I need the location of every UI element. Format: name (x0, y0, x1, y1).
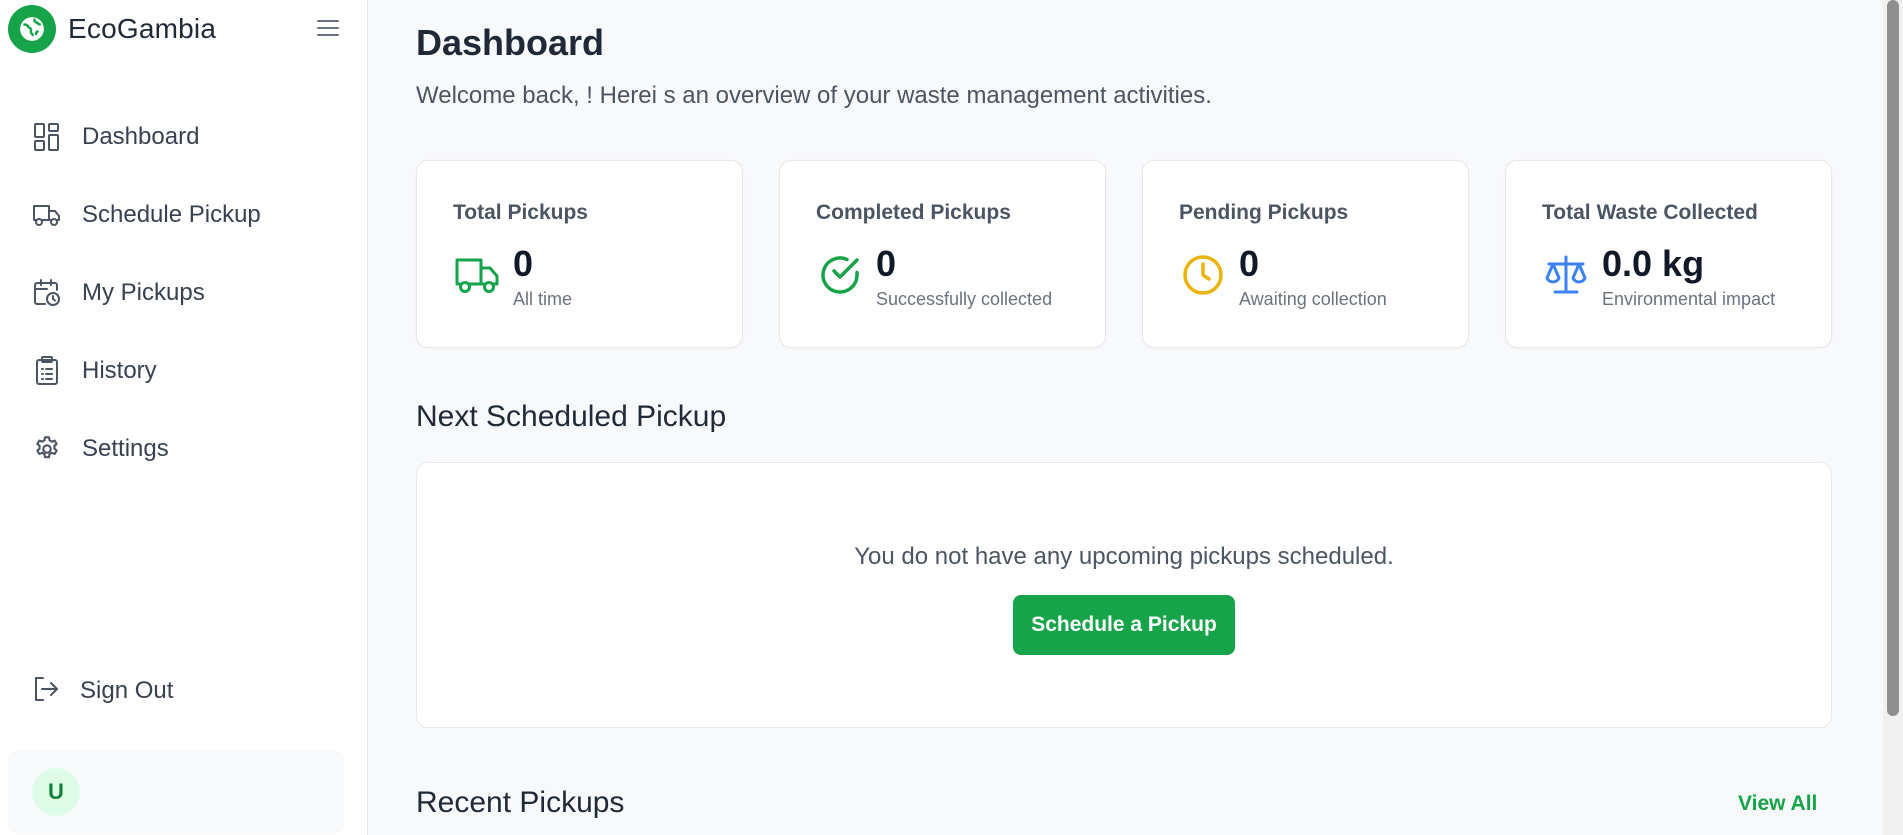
sidebar-item-dashboard[interactable]: Dashboard (0, 98, 368, 176)
stats-row: Total Pickups 0 All time Completed Picku… (416, 160, 1832, 348)
menu-toggle-button[interactable] (314, 16, 342, 40)
stat-label: Total Waste Collected (1542, 201, 1758, 224)
sign-out-label: Sign Out (80, 677, 174, 704)
scale-icon (1542, 251, 1590, 299)
sidebar-item-label: My Pickups (82, 279, 205, 306)
welcome-text: Welcome back, ! Herei s an overview of y… (416, 82, 1212, 109)
stat-label: Pending Pickups (1179, 201, 1349, 224)
stat-card-pending-pickups: Pending Pickups 0 Awaiting collection (1142, 160, 1469, 348)
stat-label: Completed Pickups (816, 201, 1011, 224)
sidebar-item-my-pickups[interactable]: My Pickups (0, 254, 368, 332)
next-pickup-title: Next Scheduled Pickup (416, 400, 727, 433)
sidebar-item-settings[interactable]: Settings (0, 410, 368, 488)
schedule-pickup-button[interactable]: Schedule a Pickup (1013, 595, 1235, 655)
logout-icon (32, 675, 60, 708)
scrollbar-thumb[interactable] (1887, 0, 1899, 716)
globe-icon (8, 5, 56, 53)
sign-out-button[interactable]: Sign Out (0, 652, 368, 730)
stat-card-total-waste: Total Waste Collected 0.0 kg Environment… (1505, 160, 1832, 348)
view-all-link[interactable]: View All (1738, 792, 1817, 816)
sidebar-item-schedule-pickup[interactable]: Schedule Pickup (0, 176, 368, 254)
next-pickup-card: You do not have any upcoming pickups sch… (416, 462, 1832, 728)
stat-value: 0.0 kg (1602, 243, 1705, 284)
sidebar-item-label: Schedule Pickup (82, 201, 261, 228)
stat-value: 0 (513, 243, 534, 284)
dashboard-icon (32, 122, 62, 152)
recent-pickups-title: Recent Pickups (416, 786, 625, 819)
brand[interactable]: EcoGambia (8, 5, 216, 53)
stat-sub: Successfully collected (876, 289, 1053, 309)
clipboard-icon (32, 356, 62, 386)
brand-name: EcoGambia (68, 13, 217, 44)
sidebar-item-label: Dashboard (82, 123, 200, 150)
user-profile[interactable]: U (8, 750, 344, 834)
gear-icon (32, 434, 62, 464)
avatar: U (32, 768, 80, 816)
sidebar-item-label: History (82, 357, 157, 384)
stat-sub: Awaiting collection (1239, 289, 1387, 309)
sidebar: EcoGambia Dashboard Schedule Pickup My P… (0, 0, 368, 835)
stat-card-completed-pickups: Completed Pickups 0 Successfully collect… (779, 160, 1106, 348)
stat-value: 0 (1239, 243, 1260, 284)
clock-icon (1179, 251, 1227, 299)
sidebar-nav: Dashboard Schedule Pickup My Pickups His… (0, 98, 368, 488)
empty-state-text: You do not have any upcoming pickups sch… (854, 543, 1394, 570)
stat-sub: All time (513, 289, 573, 309)
scrollbar[interactable] (1883, 0, 1903, 835)
stat-label: Total Pickups (453, 201, 588, 224)
stat-sub: Environmental impact (1602, 289, 1776, 309)
truck-icon (453, 251, 501, 299)
page-title: Dashboard (416, 22, 605, 63)
stat-card-total-pickups: Total Pickups 0 All time (416, 160, 743, 348)
truck-icon (32, 200, 62, 230)
stat-value: 0 (876, 243, 897, 284)
main-content: Dashboard Welcome back, ! Herei s an ove… (368, 0, 1883, 835)
check-circle-icon (816, 251, 864, 299)
sidebar-item-history[interactable]: History (0, 332, 368, 410)
calendar-clock-icon (32, 278, 62, 308)
sidebar-item-label: Settings (82, 435, 169, 462)
hamburger-icon (317, 20, 339, 36)
